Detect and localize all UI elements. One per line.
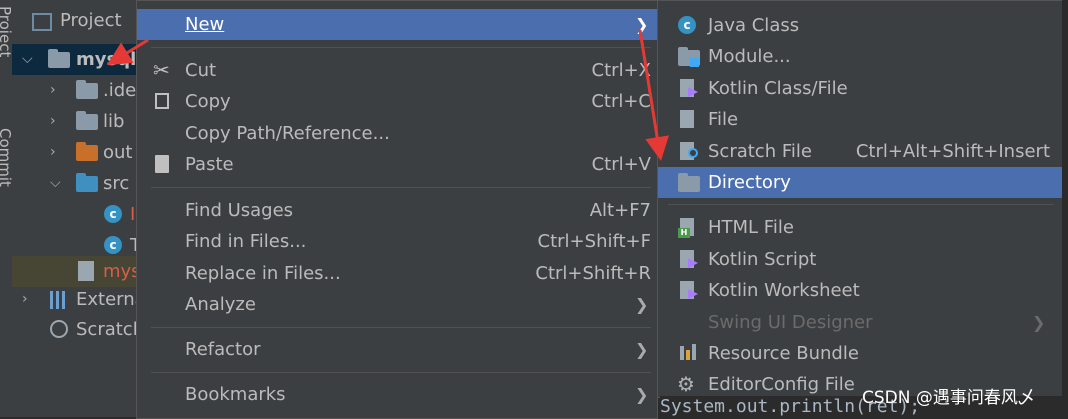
arrow-to-directory-icon xyxy=(638,29,670,161)
annotation-arrows xyxy=(106,29,670,161)
arrow-to-module-icon xyxy=(106,38,149,66)
